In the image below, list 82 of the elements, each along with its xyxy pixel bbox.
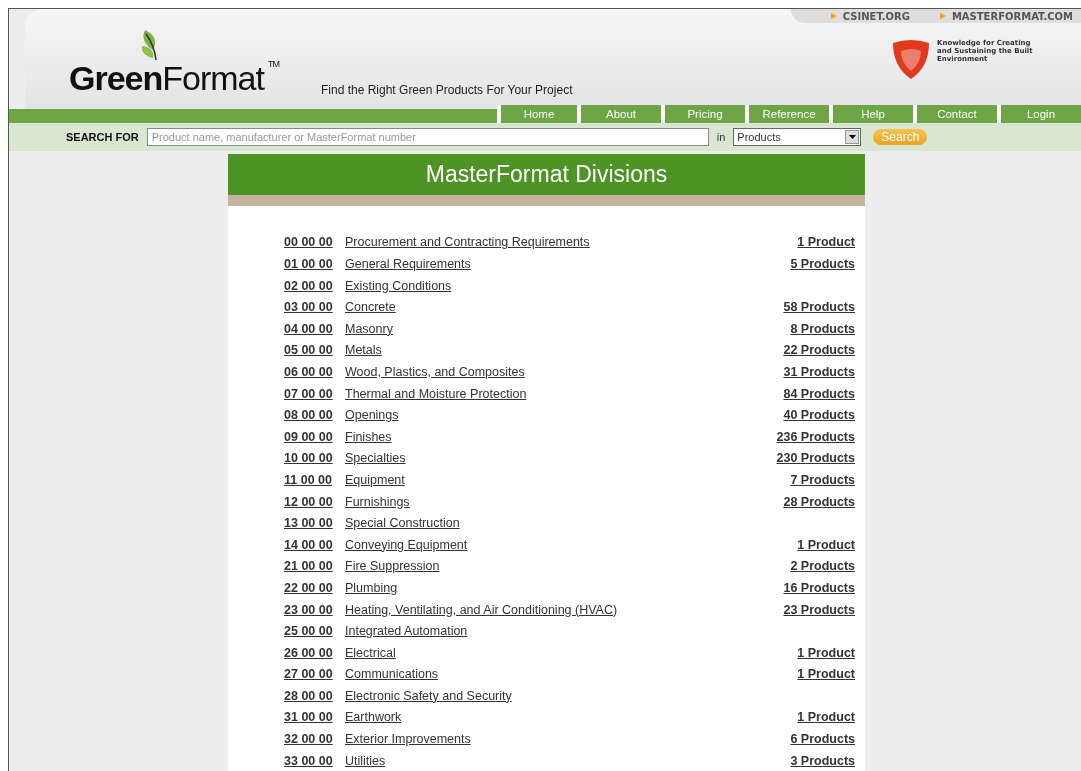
product-count-link[interactable]: 1 Product: [797, 233, 855, 253]
product-count-link[interactable]: 7 Products: [790, 470, 855, 490]
division-name-link[interactable]: Utilities: [345, 751, 386, 771]
product-count-link[interactable]: 5 Products: [790, 255, 855, 274]
product-count-link[interactable]: 1 Product: [797, 708, 855, 728]
division-name-link[interactable]: Heating, Ventilating, and Air Conditioning (HVAC): [345, 600, 618, 620]
top-link[interactable]: MASTERFORMAT.COM: [939, 8, 1073, 24]
division-code-link[interactable]: 23 00 00: [284, 600, 345, 620]
shield-logo-icon: [891, 39, 931, 79]
division-code-link[interactable]: 09 00 00: [284, 427, 345, 447]
division-code-link[interactable]: 06 00 00: [284, 363, 345, 382]
division-name-link[interactable]: Wood, Plastics, and Composites: [345, 363, 525, 382]
division-name-link[interactable]: Conveying Equipment: [345, 535, 468, 555]
product-count-link[interactable]: 84 Products: [783, 384, 855, 404]
product-count-link[interactable]: 23 Products: [783, 600, 855, 620]
product-count-link[interactable]: 58 Products: [783, 298, 855, 317]
top-link[interactable]: CSINET.ORG: [830, 8, 910, 24]
division-name-link[interactable]: Exterior Improvements: [345, 730, 471, 749]
product-count-link[interactable]: 1 Product: [797, 665, 855, 685]
division-code-link[interactable]: 08 00 00: [284, 406, 345, 425]
product-count-link[interactable]: 40 Products: [783, 406, 855, 425]
division-name-link[interactable]: Equipment: [345, 470, 405, 490]
product-count-link[interactable]: 2 Products: [790, 557, 855, 577]
division-name-link[interactable]: Finishes: [345, 427, 392, 447]
division-code-link[interactable]: 32 00 00: [284, 730, 345, 749]
search-label: SEARCH FOR: [66, 129, 139, 145]
product-count-link[interactable]: 6 Products: [790, 730, 855, 749]
division-code-link[interactable]: 11 00 00: [284, 470, 345, 490]
division-name-link[interactable]: Openings: [345, 406, 399, 425]
division-code-link[interactable]: 01 00 00: [284, 255, 345, 274]
division-name-link[interactable]: Procurement and Contracting Requirements: [345, 233, 590, 253]
product-count-link[interactable]: 1 Product: [797, 535, 855, 555]
division-name-link[interactable]: Integrated Automation: [345, 622, 468, 641]
division-name-link[interactable]: Electrical: [345, 643, 396, 663]
division-name-link[interactable]: Specialties: [345, 449, 406, 469]
in-label: in: [716, 129, 726, 145]
division-name-link[interactable]: Existing Conditions: [345, 276, 452, 296]
division-code-link[interactable]: 03 00 00: [284, 298, 345, 317]
division-code-link[interactable]: 13 00 00: [284, 514, 345, 533]
division-code-link[interactable]: 00 00 00: [284, 233, 345, 253]
division-code-link[interactable]: 27 00 00: [284, 665, 345, 685]
division-code-link[interactable]: 21 00 00: [284, 557, 345, 577]
division-name-link[interactable]: Thermal and Moisture Protection: [345, 384, 527, 404]
division-name-link[interactable]: General Requirements: [345, 255, 471, 274]
product-count-link[interactable]: 230 Products: [776, 449, 855, 469]
search-field[interactable]: Product name, manufacturer or MasterFormat number: [146, 128, 709, 146]
division-code-link[interactable]: 33 00 00: [284, 751, 345, 771]
division-code-link[interactable]: 07 00 00: [284, 384, 345, 404]
division-code-link[interactable]: 05 00 00: [284, 341, 345, 361]
product-count-link[interactable]: 8 Products: [790, 319, 855, 339]
product-count-link[interactable]: 16 Products: [783, 578, 855, 598]
page-title: MasterFormat Divisions: [228, 154, 865, 195]
logo-text: GreenFormat$^{TM}$: [69, 61, 279, 95]
division-code-link[interactable]: 04 00 00: [284, 319, 345, 339]
division-name-link[interactable]: Masonry: [345, 319, 393, 339]
division-code-link[interactable]: 26 00 00: [284, 643, 345, 663]
division-name-link[interactable]: Concrete: [345, 298, 396, 317]
division-code-link[interactable]: 14 00 00: [284, 535, 345, 555]
product-count-link[interactable]: 3 Products: [790, 751, 855, 771]
division-code-link[interactable]: 22 00 00: [284, 578, 345, 598]
division-code-link[interactable]: 25 00 00: [284, 622, 345, 641]
product-count-link[interactable]: 28 Products: [783, 492, 855, 512]
division-name-link[interactable]: Communications: [345, 665, 439, 685]
dropdown-arrow-icon: [848, 135, 856, 139]
division-name-link[interactable]: Electronic Safety and Security: [345, 686, 512, 706]
division-name-link[interactable]: Special Construction: [345, 514, 460, 533]
product-count-link[interactable]: 22 Products: [783, 341, 855, 361]
division-code-link[interactable]: 28 00 00: [284, 686, 345, 706]
division-name-link[interactable]: Metals: [345, 341, 382, 361]
product-count-link[interactable]: 1 Product: [797, 643, 855, 663]
scope-dropdown[interactable]: Products: [733, 128, 862, 146]
division-code-link[interactable]: 31 00 00: [284, 708, 345, 728]
product-count-link[interactable]: 236 Products: [776, 427, 855, 447]
division-code-link[interactable]: 10 00 00: [284, 449, 345, 469]
division-name-link[interactable]: Fire Suppression: [345, 557, 440, 577]
division-code-link[interactable]: 12 00 00: [284, 492, 345, 512]
product-count-link[interactable]: 31 Products: [783, 363, 855, 382]
tagline: Find the Right Green Products For Your Project: [321, 82, 573, 99]
division-code-link[interactable]: 02 00 00: [284, 276, 345, 296]
division-name-link[interactable]: Plumbing: [345, 578, 398, 598]
division-name-link[interactable]: Furnishings: [345, 492, 410, 512]
division-name-link[interactable]: Earthwork: [345, 708, 402, 728]
